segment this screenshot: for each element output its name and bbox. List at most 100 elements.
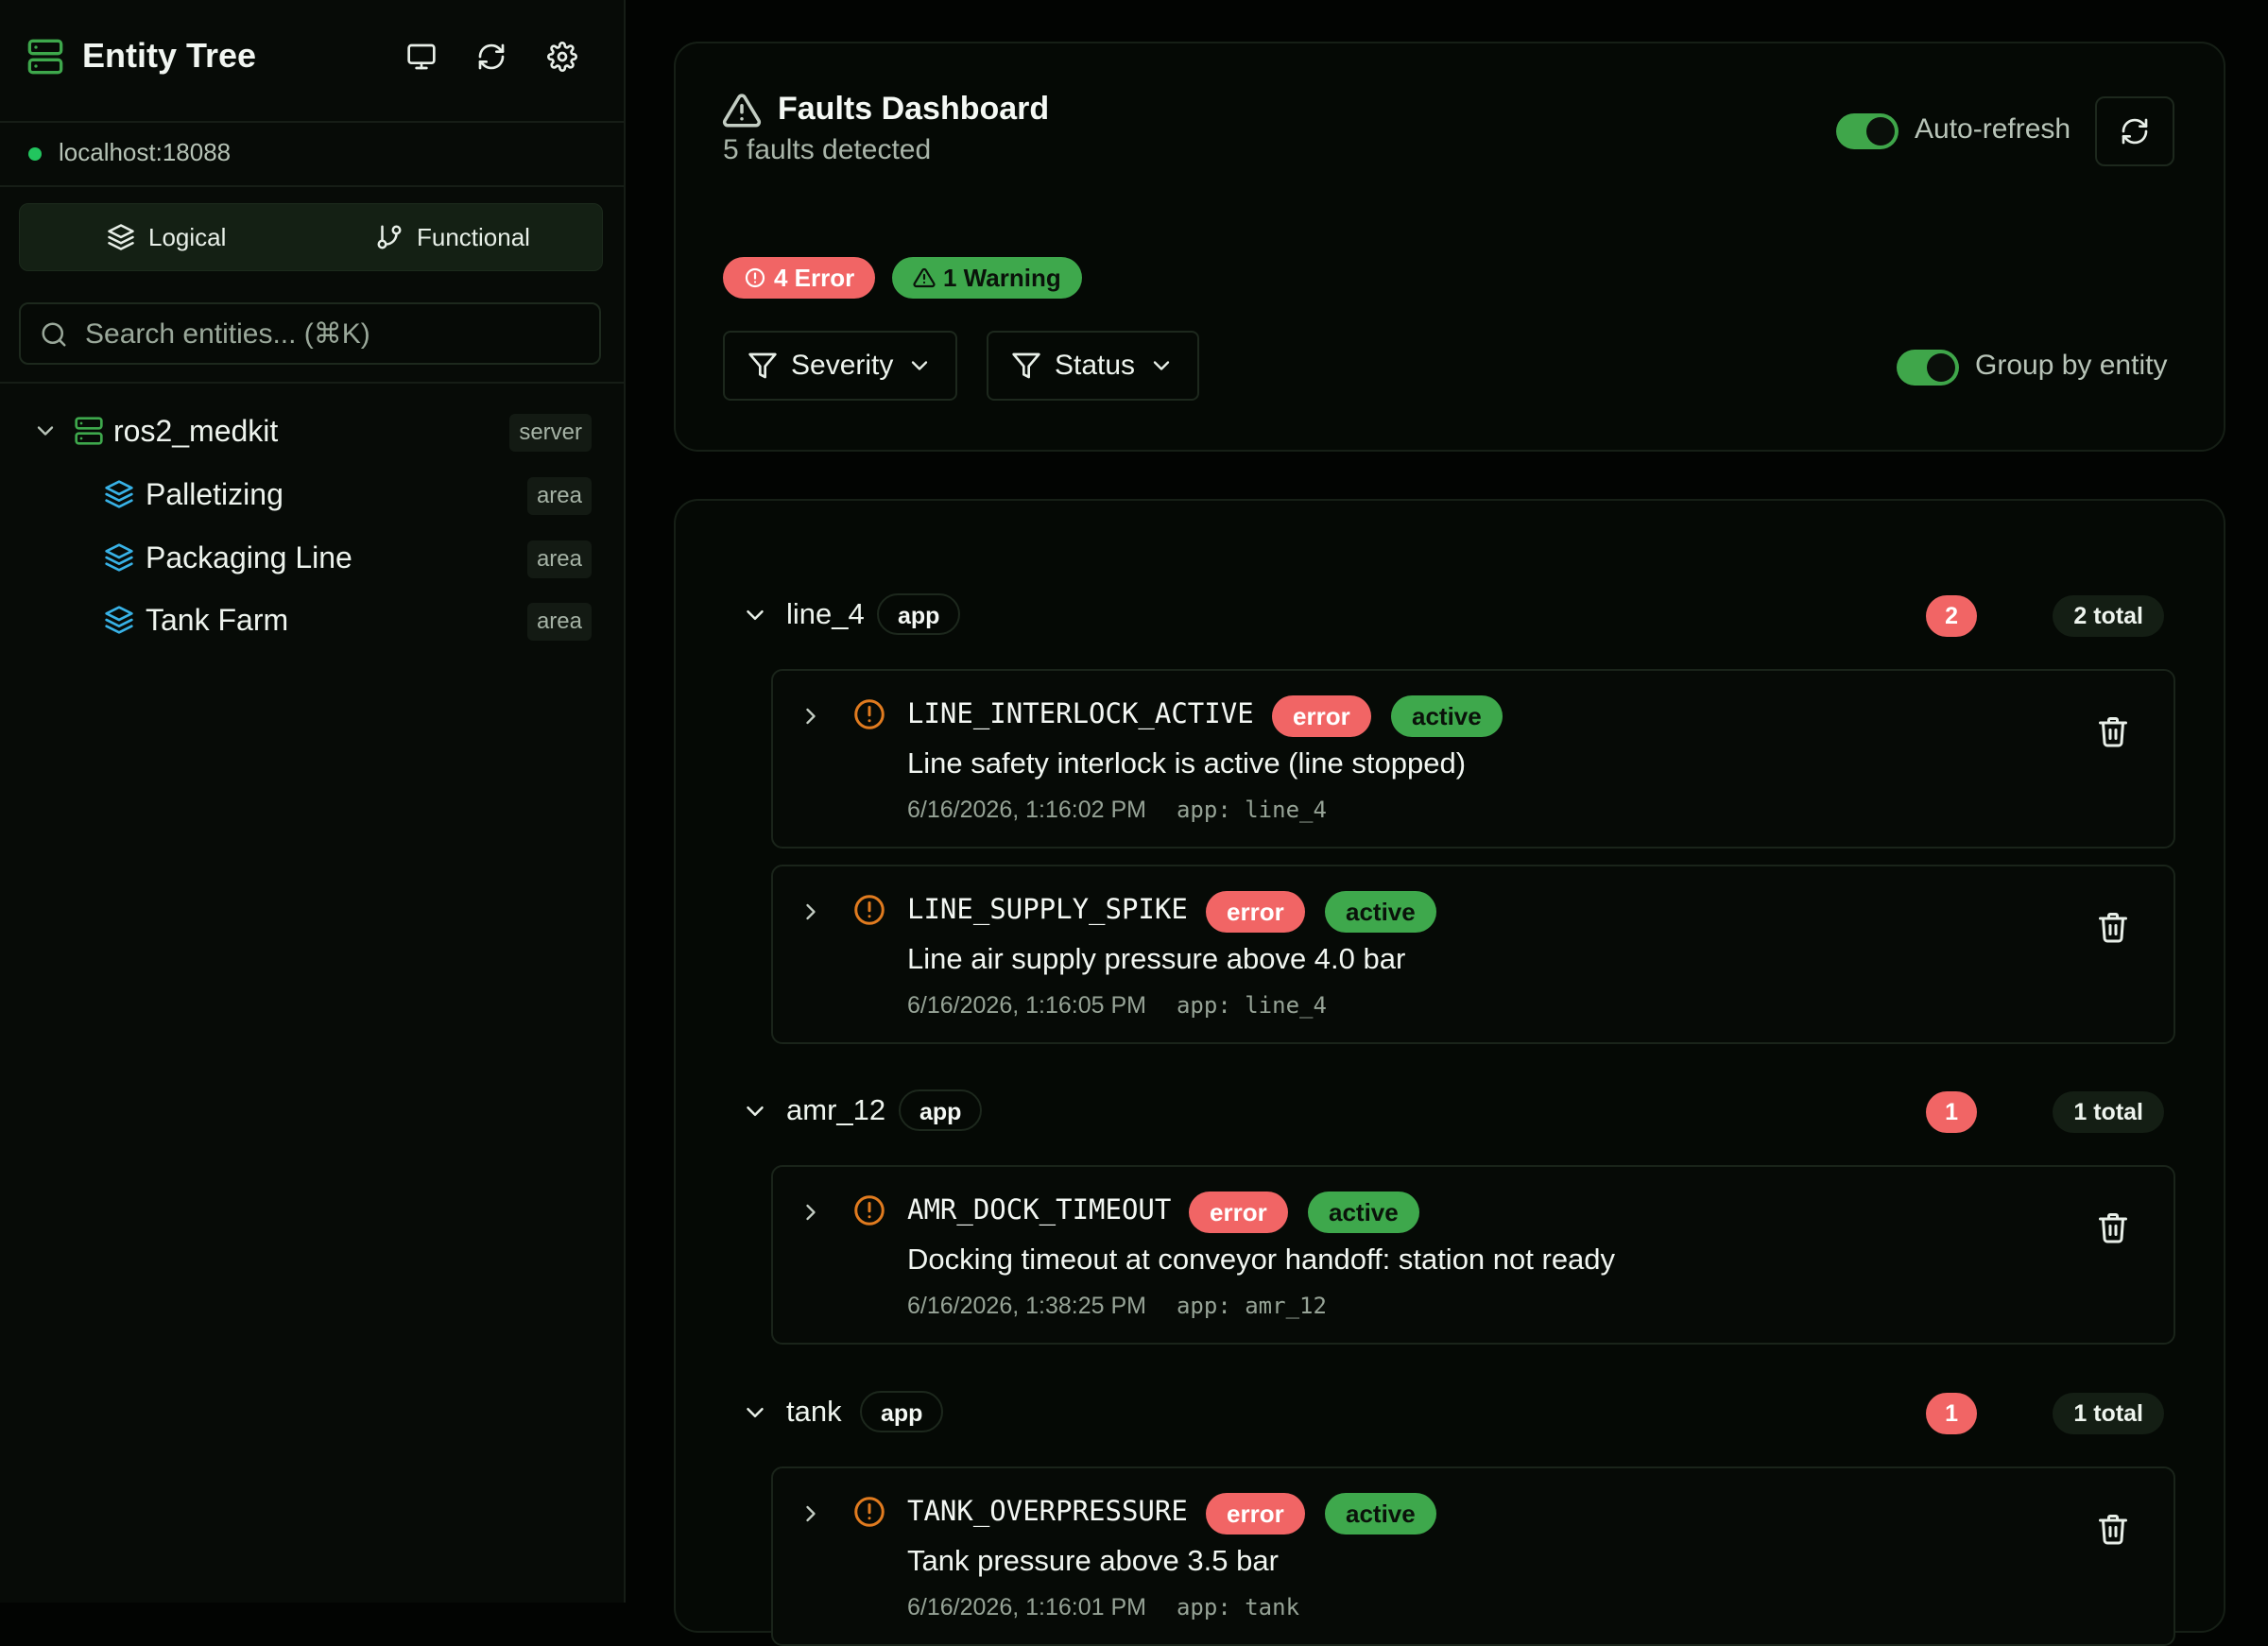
warning-count-label: 1 Warning <box>943 263 1061 292</box>
status-badge: active <box>1308 1192 1419 1233</box>
tree-item-tag: area <box>526 540 592 578</box>
auto-refresh-label: Auto-refresh <box>1915 113 2071 145</box>
fault-item[interactable]: TANK_OVERPRESSURE error active Tank pres… <box>771 1466 2175 1646</box>
alert-circle-icon <box>854 1497 885 1527</box>
alert-triangle-icon <box>913 267 936 288</box>
fault-total-badge: 2 total <box>2053 595 2164 637</box>
fault-item[interactable]: LINE_SUPPLY_SPIKE error active Line air … <box>771 865 2175 1044</box>
fault-total-badge: 1 total <box>2053 1091 2164 1133</box>
fault-code: AMR_DOCK_TIMEOUT <box>907 1193 1172 1226</box>
severity-badge: error <box>1206 891 1305 933</box>
tree-item-label: Packaging Line <box>146 540 352 574</box>
fault-timestamp: 6/16/2026, 1:16:02 PM <box>907 797 1146 823</box>
error-count-label: 4 Error <box>774 263 855 292</box>
filter-icon <box>1012 352 1040 379</box>
fault-message: Line safety interlock is active (line st… <box>907 746 1467 780</box>
fault-meta: 6/16/2026, 1:16:05 PM app: line_4 <box>907 992 1327 1020</box>
search-icon <box>42 322 66 347</box>
fault-meta: 6/16/2026, 1:16:02 PM app: line_4 <box>907 797 1327 824</box>
tree-item-label: Palletizing <box>146 477 284 511</box>
tree-item-tank-farm[interactable]: Tank Farm area <box>0 592 624 648</box>
tree-item-palletizing[interactable]: Palletizing area <box>0 466 624 523</box>
refresh-tree-button[interactable] <box>472 38 510 76</box>
fault-count-subtitle: 5 faults detected <box>723 134 932 165</box>
functional-view-label: Functional <box>417 222 530 251</box>
fault-total-badge: 1 total <box>2053 1393 2164 1434</box>
chevron-down-icon <box>747 1106 764 1116</box>
server-icon <box>75 417 103 445</box>
chevron-right-icon <box>806 1505 816 1522</box>
tree-item-label: Tank Farm <box>146 603 289 637</box>
fault-timestamp: 6/16/2026, 1:16:01 PM <box>907 1594 1146 1620</box>
fault-code: LINE_INTERLOCK_ACTIVE <box>907 697 1254 729</box>
fault-code: LINE_SUPPLY_SPIKE <box>907 893 1188 925</box>
error-count-badge: 4 Error <box>723 257 876 299</box>
tree-item-root[interactable]: ros2_medkit server <box>0 403 624 459</box>
fault-item[interactable]: LINE_INTERLOCK_ACTIVE error active Line … <box>771 669 2175 849</box>
entity-group-header[interactable]: tank app 1 1 total <box>733 1389 2164 1440</box>
severity-badge: error <box>1272 695 1371 737</box>
fault-meta: 6/16/2026, 1:38:25 PM app: amr_12 <box>907 1293 1327 1320</box>
entity-search-input[interactable] <box>83 304 588 365</box>
functional-view-button[interactable]: Functional <box>375 204 530 270</box>
entity-type-badge: app <box>877 593 961 635</box>
gear-icon <box>547 42 577 72</box>
fault-source: app: line_4 <box>1176 992 1327 1019</box>
chevron-right-icon <box>806 903 816 920</box>
status-badge: active <box>1325 891 1436 933</box>
tree-item-tag: server <box>509 414 592 452</box>
fault-source: app: line_4 <box>1176 797 1327 823</box>
entity-type-badge: app <box>899 1089 983 1131</box>
connection-address: localhost:18088 <box>59 138 232 166</box>
refresh-icon <box>2122 118 2148 145</box>
entity-group-name: line_4 <box>786 597 865 630</box>
alert-circle-icon <box>854 699 885 729</box>
layers-icon <box>105 606 133 634</box>
alert-triangle-icon <box>722 94 762 128</box>
severity-badge: error <box>1206 1493 1305 1535</box>
alert-circle-icon <box>854 1195 885 1226</box>
monitor-button[interactable] <box>403 38 440 76</box>
fault-message: Docking timeout at conveyor handoff: sta… <box>907 1243 1616 1276</box>
server-stack-icon <box>26 38 64 76</box>
chevron-right-icon <box>806 708 816 725</box>
git-branch-icon <box>377 225 402 249</box>
refresh-faults-button[interactable] <box>2095 96 2174 166</box>
alert-circle-icon <box>854 895 885 925</box>
fault-item[interactable]: AMR_DOCK_TIMEOUT error active Docking ti… <box>771 1165 2175 1345</box>
logical-view-label: Logical <box>148 222 227 251</box>
layers-icon <box>105 543 133 572</box>
chevron-down-icon <box>747 610 764 620</box>
alert-circle-icon <box>745 267 765 288</box>
fault-meta: 6/16/2026, 1:16:01 PM app: tank <box>907 1594 1299 1621</box>
layers-icon <box>105 480 133 508</box>
tree-item-label: ros2_medkit <box>113 414 279 448</box>
fault-timestamp: 6/16/2026, 1:38:25 PM <box>907 1293 1146 1319</box>
tree-item-packaging-line[interactable]: Packaging Line area <box>0 529 624 586</box>
auto-refresh-toggle[interactable] <box>1836 113 1899 149</box>
connection-status-dot <box>28 147 42 161</box>
chevron-down-icon <box>37 426 54 436</box>
severity-badge: error <box>1189 1192 1288 1233</box>
tree-item-tag: area <box>526 603 592 641</box>
fault-count-badge: 2 <box>1926 595 1977 637</box>
status-filter-label: Status <box>1055 350 1136 381</box>
status-filter-select[interactable]: Status <box>987 331 1200 401</box>
entity-group-header[interactable]: line_4 app 2 2 total <box>733 592 2164 643</box>
entity-group-name: amr_12 <box>786 1093 886 1126</box>
trash-icon[interactable] <box>2096 714 2130 748</box>
group-by-entity-toggle[interactable] <box>1897 350 1959 386</box>
severity-filter-label: Severity <box>791 350 894 381</box>
settings-button[interactable] <box>543 38 581 76</box>
trash-icon[interactable] <box>2096 1512 2130 1546</box>
chevron-down-icon <box>912 361 928 370</box>
fault-count-badge: 1 <box>1926 1091 1977 1133</box>
fault-timestamp: 6/16/2026, 1:16:05 PM <box>907 992 1146 1019</box>
page-title: Faults Dashboard <box>778 91 1050 127</box>
entity-type-badge: app <box>860 1391 944 1432</box>
severity-filter-select[interactable]: Severity <box>723 331 958 401</box>
trash-icon[interactable] <box>2096 910 2130 944</box>
trash-icon[interactable] <box>2096 1210 2130 1244</box>
logical-view-button[interactable]: Logical <box>107 204 226 270</box>
entity-group-header[interactable]: amr_12 app 1 1 total <box>733 1088 2164 1139</box>
